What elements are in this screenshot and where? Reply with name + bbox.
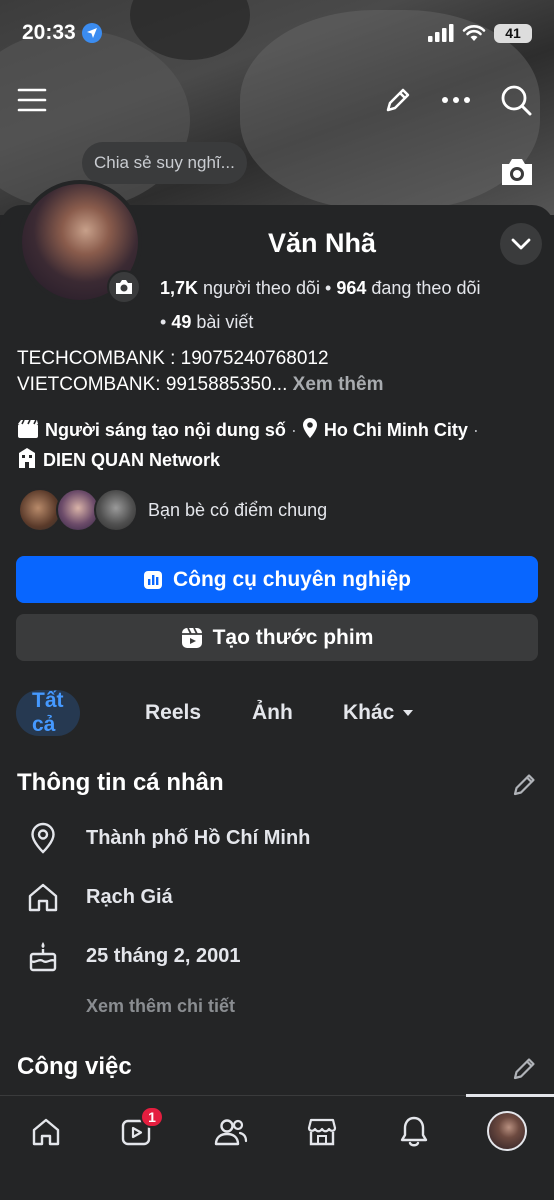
followers-count[interactable]: 1,7K: [160, 278, 198, 298]
profile-name: Văn Nhã: [268, 228, 377, 258]
composer-bubble[interactable]: Chia sẻ suy nghĩ...: [82, 142, 247, 184]
profile-avatar-tab[interactable]: [487, 1111, 527, 1151]
dashboard-icon: [143, 570, 162, 589]
profile-network[interactable]: DIEN QUAN Network: [43, 450, 220, 470]
building-icon: [17, 447, 37, 477]
professional-tools-button[interactable]: Công cụ chuyên nghiệp: [16, 556, 538, 603]
reel-icon: [181, 627, 202, 648]
current-city-text: Thành phố Hồ Chí Minh: [86, 826, 311, 849]
info-row-current-city: Thành phố Hồ Chí Minh: [24, 818, 310, 858]
location-pin-icon: [302, 417, 318, 447]
profile-category: Người sáng tạo nội dung số: [45, 420, 286, 440]
following-label[interactable]: đang theo dõi: [371, 278, 480, 298]
edit-pencil-icon[interactable]: [512, 771, 538, 797]
profile-details: Người sáng tạo nội dung số · Ho Chi Minh…: [17, 417, 479, 477]
bio-line: TECHCOMBANK : 19075240768012: [17, 348, 329, 369]
profile-bio: TECHCOMBANK : 19075240768012 VIETCOMBANK…: [17, 346, 383, 398]
bio-see-more-link[interactable]: Xem thêm: [293, 374, 384, 395]
mutual-friends-label: Bạn bè có điểm chung: [148, 499, 328, 520]
top-bar: [14, 82, 540, 118]
tab-more[interactable]: Khác: [343, 690, 414, 736]
mutual-friends[interactable]: Bạn bè có điểm chung: [18, 488, 327, 532]
birthday-text: 25 tháng 2, 2001: [86, 944, 241, 967]
posts-label: bài viết: [196, 312, 254, 332]
hometown-text: Rạch Giá: [86, 885, 173, 908]
clapperboard-icon: [17, 419, 39, 447]
caret-down-icon: [403, 710, 414, 716]
status-time: 20:33: [22, 21, 76, 44]
avatar-camera-icon[interactable]: [107, 270, 141, 304]
info-row-birthday: 25 tháng 2, 2001: [24, 936, 241, 976]
chevron-down-icon[interactable]: [500, 223, 542, 265]
friends-icon[interactable]: [211, 1112, 251, 1152]
profile-location[interactable]: Ho Chi Minh City: [324, 420, 468, 440]
tab-photos[interactable]: Ảnh: [252, 690, 293, 736]
menu-icon[interactable]: [14, 82, 50, 118]
create-reel-button[interactable]: Tạo thước phim: [16, 614, 538, 661]
bottom-navigation: 1: [0, 1094, 554, 1200]
edit-pencil-icon[interactable]: [512, 1055, 538, 1081]
video-notification-badge: 1: [140, 1106, 164, 1128]
bio-line: VIETCOMBANK: 9915885350...: [17, 374, 288, 395]
more-options-icon[interactable]: [438, 82, 474, 118]
search-icon[interactable]: [498, 82, 534, 118]
wifi-icon: [462, 25, 486, 41]
posts-count: 49: [171, 312, 192, 332]
cake-icon: [24, 937, 62, 975]
work-section-title: Công việc: [17, 1053, 132, 1080]
location-pin-icon: [24, 819, 62, 857]
tab-all[interactable]: Tất cả: [16, 689, 80, 736]
notifications-bell-icon[interactable]: [394, 1112, 434, 1152]
followers-label[interactable]: người theo dõi: [203, 278, 320, 298]
signal-icon: [428, 24, 454, 42]
tab-reels[interactable]: Reels: [145, 690, 201, 736]
battery-indicator: 41: [494, 23, 532, 43]
status-bar: 20:33 41: [22, 20, 532, 46]
home-icon[interactable]: [26, 1112, 66, 1152]
active-tab-indicator: [466, 1094, 554, 1097]
friend-avatar: [94, 488, 138, 532]
marketplace-icon[interactable]: [302, 1112, 342, 1152]
profile-stats: 1,7K người theo dõi • 964 đang theo dõi …: [160, 278, 481, 332]
cover-camera-icon[interactable]: [498, 155, 536, 189]
edit-profile-icon[interactable]: [380, 82, 416, 118]
info-row-hometown: Rạch Giá: [24, 877, 173, 917]
home-icon: [24, 878, 62, 916]
see-more-details-link[interactable]: Xem thêm chi tiết: [86, 996, 235, 1017]
personal-info-title: Thông tin cá nhân: [17, 769, 224, 796]
location-arrow-icon: [81, 23, 102, 43]
following-count[interactable]: 964: [336, 278, 366, 298]
